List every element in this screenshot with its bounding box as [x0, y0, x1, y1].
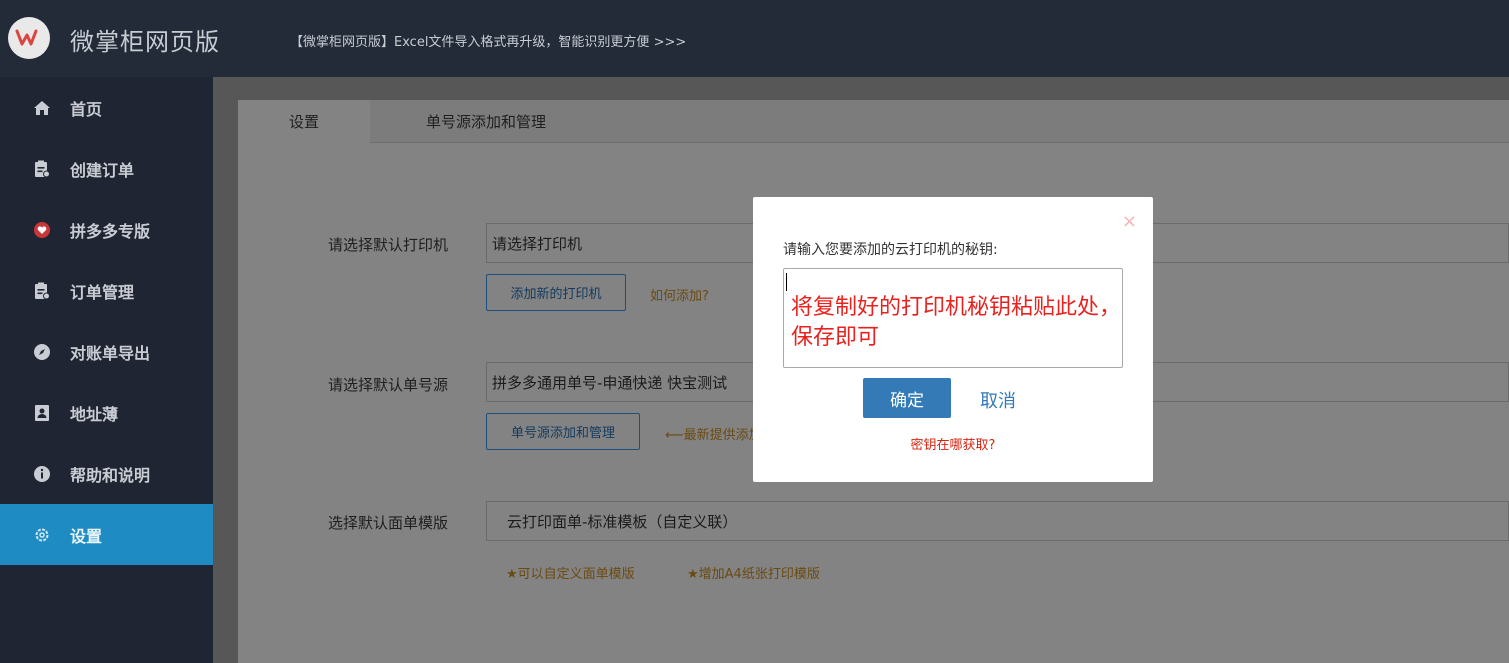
sidebar-item-label: 地址薄 — [70, 404, 119, 424]
how-to-add-link[interactable]: 如何添加? — [650, 285, 709, 304]
dialog-prompt: 请输入您要添加的云打印机的秘钥: — [783, 242, 998, 258]
clipboard-icon — [33, 160, 51, 178]
text-caret — [786, 273, 787, 291]
sidebar-item-order-management[interactable]: 订单管理 — [0, 260, 213, 321]
key-help-link[interactable]: 密钥在哪获取? — [753, 434, 1153, 453]
template-hint-a4: ★增加A4纸张打印模版 — [687, 567, 820, 582]
source-label: 请选择默认单号源 — [328, 376, 449, 394]
sidebar-item-create-order[interactable]: 创建订单 — [0, 138, 213, 199]
home-icon — [33, 99, 51, 117]
printer-label: 请选择默认打印机 — [328, 236, 449, 254]
sidebar-item-help[interactable]: 帮助和说明 — [0, 443, 213, 504]
paste-instruction-annotation: 将复制好的打印机秘钥粘贴此处，保存即可 — [791, 295, 1122, 350]
tab-source-management[interactable]: 单号源添加和管理 — [370, 100, 602, 143]
sidebar-item-label: 创建订单 — [70, 160, 135, 180]
close-icon[interactable]: × — [1122, 213, 1137, 231]
sidebar-item-label: 订单管理 — [70, 282, 135, 302]
sidebar-item-address-book[interactable]: 地址薄 — [0, 382, 213, 443]
template-hint-custom: ★可以自定义面单模版 — [506, 567, 635, 582]
compass-icon — [33, 343, 51, 361]
sidebar-item-label: 拼多多专版 — [70, 221, 151, 241]
template-select-value: 云打印面单-标准模板（自定义联） — [507, 512, 738, 531]
confirm-button[interactable]: 确定 — [863, 378, 951, 418]
sidebar-item-home[interactable]: 首页 — [0, 77, 213, 138]
sidebar-item-label: 对账单导出 — [70, 343, 151, 363]
clipboard-icon — [33, 282, 51, 300]
cancel-button[interactable]: 取消 — [980, 387, 1016, 413]
cloud-printer-key-dialog: × 请输入您要添加的云打印机的秘钥: 将复制好的打印机秘钥粘贴此处，保存即可 确… — [753, 197, 1153, 482]
sidebar-item-settings[interactable]: 设置 — [0, 504, 213, 565]
printer-key-input[interactable]: 将复制好的打印机秘钥粘贴此处，保存即可 — [783, 268, 1123, 368]
app-title: 微掌柜网页版 — [70, 28, 220, 56]
app-logo[interactable] — [8, 17, 50, 59]
source-hint: ⟵最新提供添加 — [665, 428, 762, 443]
announcement-link[interactable]: 【微掌柜网页版】Excel文件导入格式再升级，智能识别更方便 >>> — [290, 31, 686, 50]
template-select[interactable]: 云打印面单-标准模板（自定义联） — [486, 501, 1509, 541]
sidebar: 首页 创建订单 拼多多专版 订单管理 对账单导出 地址薄 帮助和说明 设置 — [0, 77, 213, 663]
info-icon — [33, 465, 51, 483]
sidebar-item-statement-export[interactable]: 对账单导出 — [0, 321, 213, 382]
top-bar: 微掌柜网页版 【微掌柜网页版】Excel文件导入格式再升级，智能识别更方便 >>… — [0, 0, 1509, 77]
sidebar-item-label: 首页 — [70, 99, 103, 119]
printer-select-value: 请选择打印机 — [492, 234, 583, 253]
sidebar-item-label: 设置 — [70, 526, 103, 546]
gear-icon — [33, 526, 51, 544]
manage-source-button[interactable]: 单号源添加和管理 — [486, 413, 640, 450]
source-select-value: 拼多多通用单号-申通快递 快宝测试 — [492, 373, 728, 392]
tab-settings[interactable]: 设置 — [238, 100, 370, 143]
template-label: 选择默认面单模版 — [328, 514, 449, 532]
logo-icon — [15, 29, 38, 46]
heart-icon — [33, 221, 51, 239]
contact-card-icon — [33, 404, 51, 422]
sidebar-item-pinduoduo[interactable]: 拼多多专版 — [0, 199, 213, 260]
sidebar-item-label: 帮助和说明 — [70, 465, 151, 485]
add-printer-button[interactable]: 添加新的打印机 — [486, 274, 626, 311]
tab-bar: 设置 单号源添加和管理 — [238, 100, 1509, 143]
